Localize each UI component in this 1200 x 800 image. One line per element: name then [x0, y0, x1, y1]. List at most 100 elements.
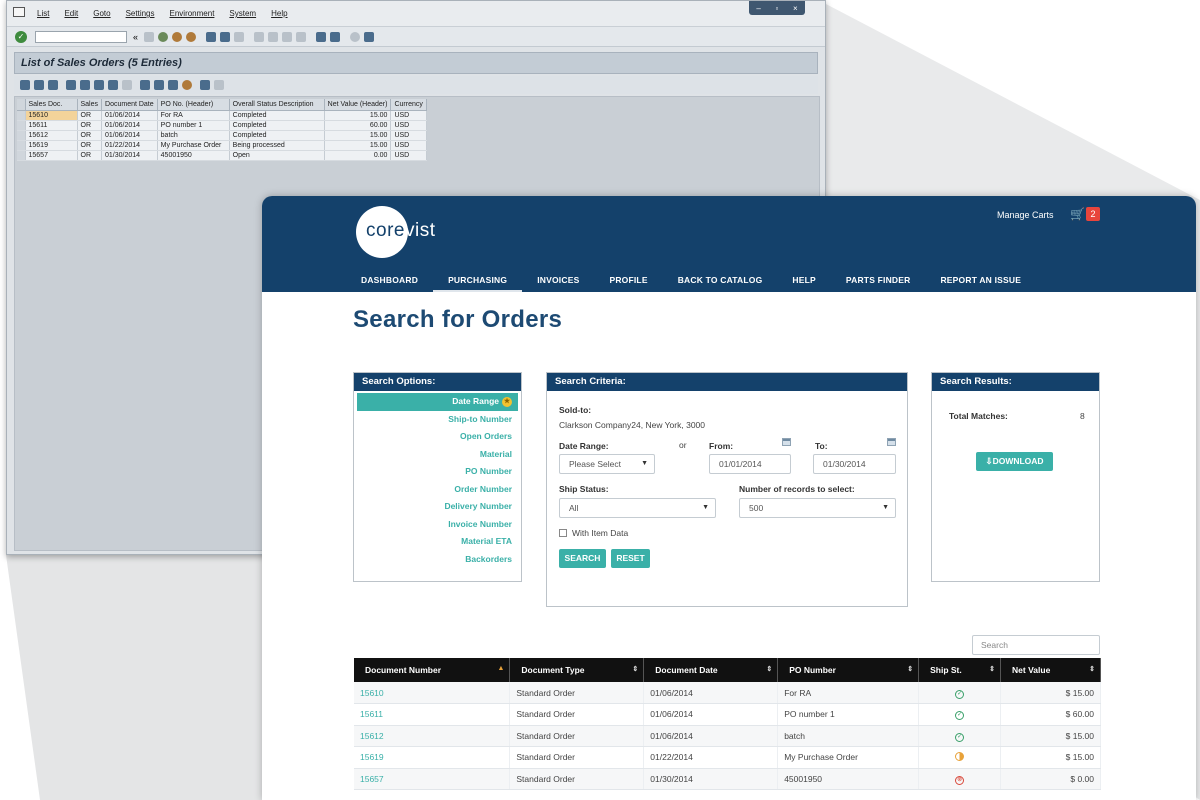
reset-button[interactable]: RESET	[611, 549, 650, 568]
sap-menu-environment[interactable]: Environment	[170, 9, 215, 18]
maximize-icon[interactable]: ▫	[775, 4, 778, 13]
cart-count-badge[interactable]: 2	[1086, 207, 1100, 221]
row-selector[interactable]	[17, 140, 26, 151]
col-po-number[interactable]: PO Number ⇕	[777, 658, 920, 682]
select-layout-icon[interactable]	[34, 80, 44, 90]
option-open-orders[interactable]: Open Orders	[357, 428, 518, 446]
shortcut-icon[interactable]	[330, 31, 341, 42]
sap-menu-edit[interactable]: Edit	[64, 9, 78, 18]
download-button[interactable]: ⇩DOWNLOAD	[976, 452, 1053, 471]
graphic-icon[interactable]	[182, 80, 192, 90]
document-number-link[interactable]: 15610	[354, 682, 511, 704]
table-search-input[interactable]: Search	[972, 635, 1100, 655]
sap-col-document-date[interactable]: Document Date	[101, 99, 158, 111]
sap-col-status[interactable]: Overall Status Description	[229, 99, 325, 111]
manage-carts-link[interactable]: Manage Carts	[997, 210, 1054, 220]
table-cell[interactable]: 15611	[25, 120, 78, 131]
records-select[interactable]: 500 ▼	[739, 498, 896, 518]
export-icon[interactable]	[154, 80, 164, 90]
minimize-icon[interactable]: –	[756, 4, 760, 13]
sap-command-field[interactable]	[35, 30, 127, 43]
subtotal-icon[interactable]	[122, 80, 132, 90]
sap-menu-settings[interactable]: Settings	[126, 9, 155, 18]
row-selector[interactable]	[17, 150, 26, 161]
table-row[interactable]: 15612 Standard Order 01/06/2014 batch ✓ …	[354, 725, 1101, 747]
next-page-icon[interactable]	[282, 31, 293, 42]
filter-icon[interactable]	[94, 80, 104, 90]
from-date-input[interactable]: 01/01/2014	[709, 454, 791, 474]
item-data-checkbox[interactable]	[559, 529, 567, 537]
save-icon[interactable]	[144, 31, 155, 42]
nav-parts-finder[interactable]: PARTS FINDER	[831, 268, 926, 292]
table-row[interactable]: 15619 Standard Order 01/22/2014 My Purch…	[354, 746, 1101, 769]
option-backorders[interactable]: Backorders	[357, 551, 518, 569]
table-row[interactable]: 15611 Standard Order 01/06/2014 PO numbe…	[354, 703, 1101, 726]
back-arrows-icon[interactable]: «	[133, 32, 138, 42]
find-next-icon[interactable]	[234, 31, 245, 42]
sap-col-currency[interactable]: Currency	[390, 99, 427, 111]
nav-back-to-catalog[interactable]: BACK TO CATALOG	[663, 268, 778, 292]
document-number-link[interactable]: 15657	[354, 768, 511, 790]
option-invoice-number[interactable]: Invoice Number	[357, 516, 518, 534]
option-material-eta[interactable]: Material ETA	[357, 533, 518, 551]
mail-icon[interactable]	[168, 80, 178, 90]
print-icon[interactable]	[206, 31, 217, 42]
table-cell[interactable]: 15619	[25, 140, 78, 151]
choose-icon[interactable]	[48, 80, 58, 90]
nav-help[interactable]: HELP	[777, 268, 830, 292]
option-ship-to-number[interactable]: Ship-to Number	[357, 411, 518, 429]
col-ship-status[interactable]: Ship St. ⇕	[918, 658, 1002, 682]
ship-status-select[interactable]: All ▼	[559, 498, 716, 518]
nav-dashboard[interactable]: DASHBOARD	[346, 268, 433, 292]
table-row[interactable]: 15610 OR 01/06/2014 For RA Completed 15.…	[17, 110, 427, 121]
table-row[interactable]: 15612 OR 01/06/2014 batch Completed 15.0…	[17, 130, 427, 141]
help-icon[interactable]	[350, 31, 361, 42]
sap-col-sales[interactable]: Sales	[77, 99, 103, 111]
cart-icon[interactable]: 🛒	[1070, 208, 1085, 220]
cancel-icon[interactable]	[186, 31, 197, 42]
document-number-link[interactable]: 15611	[354, 703, 511, 726]
nav-purchasing[interactable]: PURCHASING	[433, 268, 523, 292]
table-row[interactable]: 15611 OR 01/06/2014 PO number 1 Complete…	[17, 120, 427, 131]
document-number-link[interactable]: 15619	[354, 746, 511, 769]
back-icon[interactable]	[158, 31, 169, 42]
option-po-number[interactable]: PO Number	[357, 463, 518, 481]
save-layout-icon[interactable]	[214, 80, 224, 90]
option-delivery-number[interactable]: Delivery Number	[357, 498, 518, 516]
col-document-date[interactable]: Document Date ⇕	[643, 658, 779, 682]
col-document-type[interactable]: Document Type ⇕	[509, 658, 645, 682]
total-icon[interactable]	[108, 80, 118, 90]
table-row[interactable]: 15657 Standard Order 01/30/2014 45001950…	[354, 768, 1101, 790]
print-preview-icon[interactable]	[140, 80, 150, 90]
change-layout-icon[interactable]	[200, 80, 210, 90]
select-all-cell[interactable]	[17, 99, 26, 111]
sap-col-net-value[interactable]: Net Value (Header)	[324, 99, 392, 111]
sap-col-po-number[interactable]: PO No. (Header)	[157, 99, 230, 111]
search-button[interactable]: SEARCH	[559, 549, 606, 568]
row-selector[interactable]	[17, 110, 26, 121]
table-row[interactable]: 15657 OR 01/30/2014 45001950 Open 0.00 U…	[17, 150, 427, 161]
sap-menu-goto[interactable]: Goto	[93, 9, 110, 18]
layout-menu-icon[interactable]	[364, 31, 375, 42]
sap-col-sales-doc[interactable]: Sales Doc.	[25, 99, 78, 111]
nav-profile[interactable]: PROFILE	[594, 268, 662, 292]
close-icon[interactable]: ×	[793, 4, 798, 13]
exit-icon[interactable]	[172, 31, 183, 42]
last-page-icon[interactable]	[296, 31, 307, 42]
to-date-input[interactable]: 01/30/2014	[813, 454, 896, 474]
document-number-link[interactable]: 15612	[354, 725, 511, 747]
details-icon[interactable]	[20, 80, 30, 90]
star-icon[interactable]: ★	[502, 396, 512, 407]
previous-page-icon[interactable]	[268, 31, 279, 42]
col-document-number[interactable]: Document Number ▲	[354, 658, 511, 682]
calendar-icon[interactable]	[782, 438, 791, 446]
nav-invoices[interactable]: INVOICES	[522, 268, 594, 292]
option-date-range[interactable]: Date Range ★	[357, 393, 518, 411]
sort-ascending-icon[interactable]	[66, 80, 76, 90]
calendar-icon[interactable]	[887, 438, 896, 446]
find-icon[interactable]	[220, 31, 231, 42]
nav-report-an-issue[interactable]: REPORT AN ISSUE	[925, 268, 1036, 292]
new-session-icon[interactable]	[316, 31, 327, 42]
table-row[interactable]: 15619 OR 01/22/2014 My Purchase Order Be…	[17, 140, 427, 151]
table-cell[interactable]: 15612	[25, 130, 78, 141]
